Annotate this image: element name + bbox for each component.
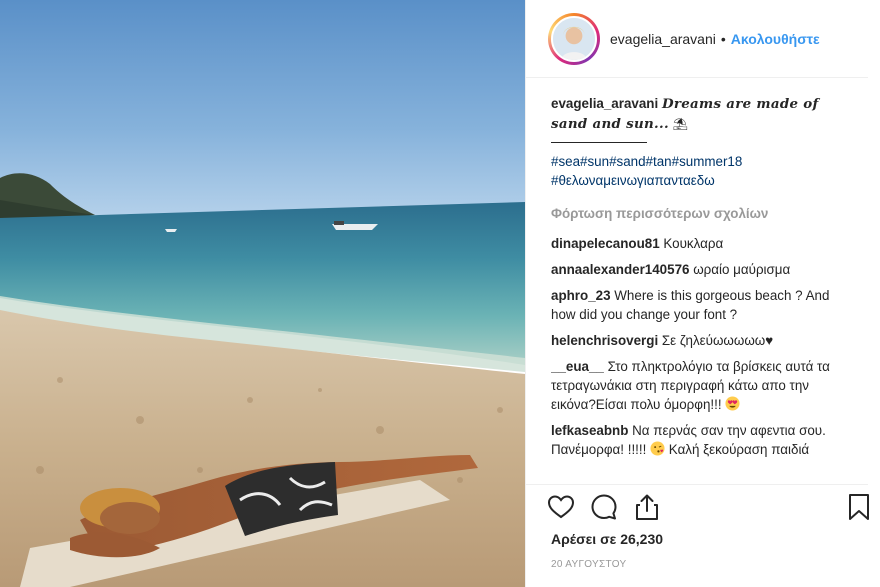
likes-count[interactable]: Αρέσει σε 26,230 [551, 531, 663, 547]
follow-button[interactable]: Ακολουθήστε [731, 31, 820, 47]
post-date[interactable]: 20 ΑΥΓΟΥΣΤΟΥ [551, 559, 626, 570]
comment-username[interactable]: __eua__ [551, 359, 604, 374]
comment-username[interactable]: helenchrisovergi [551, 333, 658, 348]
actions-divider [526, 484, 868, 485]
beach-photo-image [0, 0, 525, 587]
hashtag-link[interactable]: #sea#sun#sand#tan#summer18 [551, 152, 856, 171]
post-side-panel: evagelia_aravani • Ακολουθήστε evagelia_… [525, 0, 880, 587]
comment-text: ωραίο μαύρισμα [693, 262, 791, 277]
avatar[interactable] [548, 12, 600, 65]
comment-item: __eua__ Στο πληκτρολόγιο τα βρίσκεις αυτ… [551, 357, 856, 414]
comment-item: annaalexander140576 ωραίο μαύρισμα [551, 260, 856, 279]
avatar-image [551, 15, 597, 62]
load-more-comments-button[interactable]: Φόρτωση περισσότερων σχολίων [551, 204, 856, 223]
comment-text-continued: Καλή ξεκούραση παιδιά [668, 442, 810, 457]
caption-divider [551, 142, 647, 143]
comment-text: Κουκλαρα [663, 236, 724, 251]
comment-username[interactable]: aphro_23 [551, 288, 611, 303]
caption: evagelia_aravani Dreams are made of sand… [551, 94, 856, 134]
comment-item: helenchrisovergi Σε ζηλεύωωωωω♥ [551, 331, 856, 350]
comment-username[interactable]: annaalexander140576 [551, 262, 689, 277]
caption-username[interactable]: evagelia_aravani [551, 96, 658, 111]
post-actions [546, 492, 876, 522]
comment-username[interactable]: lefkaseabnb [551, 423, 628, 438]
comment-item: lefkaseabnb Να περνάς σαν την αφεντια σο… [551, 421, 856, 459]
header-separator: • [720, 30, 726, 47]
heart-eyes-emoji-icon [725, 396, 740, 411]
heart-icon[interactable] [546, 492, 576, 522]
share-icon[interactable] [632, 492, 662, 522]
beach-umbrella-emoji-icon: ⛱ [672, 117, 688, 131]
kissing-face-emoji-icon [650, 441, 665, 456]
comment-text: Σε ζηλεύωωωωω♥ [661, 333, 774, 348]
hashtags: #sea#sun#sand#tan#summer18 #θελωναμεινωγ… [551, 152, 856, 190]
post-photo[interactable] [0, 0, 525, 587]
hashtag-link[interactable]: #θελωναμεινωγιαπανταεδω [551, 171, 856, 190]
comment-item: dinapelecanou81 Κουκλαρα [551, 234, 856, 253]
comments-list[interactable]: evagelia_aravani Dreams are made of sand… [551, 94, 856, 484]
header-username[interactable]: evagelia_aravani [610, 31, 716, 47]
post-header: evagelia_aravani • Ακολουθήστε [526, 0, 868, 78]
comment-bubble-icon[interactable] [589, 492, 619, 522]
comment-username[interactable]: dinapelecanou81 [551, 236, 660, 251]
bookmark-icon[interactable] [844, 492, 874, 522]
comment-item: aphro_23 Where is this gorgeous beach ? … [551, 286, 856, 324]
instagram-post: evagelia_aravani • Ακολουθήστε evagelia_… [0, 0, 880, 587]
